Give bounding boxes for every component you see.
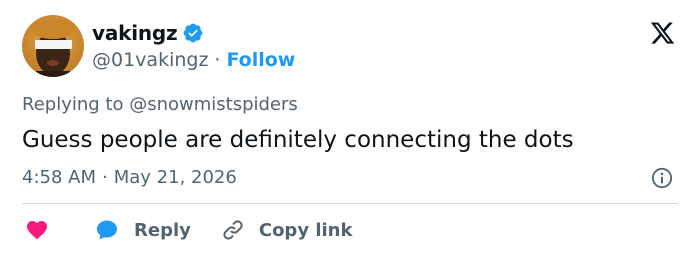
- heart-icon: [27, 221, 47, 240]
- info-icon[interactable]: [651, 167, 673, 189]
- like-button[interactable]: [24, 218, 50, 242]
- avatar[interactable]: [22, 15, 84, 77]
- handle-separator: ·: [214, 49, 221, 71]
- follow-link[interactable]: Follow: [226, 49, 295, 71]
- timestamp-separator: ·: [102, 167, 108, 188]
- link-icon: [223, 220, 243, 240]
- action-bar: Reply Copy link: [24, 216, 352, 244]
- tweet-card: vakingz @01vakingz · Follow Replying to …: [0, 0, 700, 256]
- reply-label: Reply: [134, 219, 191, 241]
- x-logo-icon[interactable]: [649, 20, 676, 46]
- speech-bubble-icon: [97, 220, 117, 240]
- reply-button[interactable]: Reply: [94, 218, 191, 242]
- author-handle[interactable]: @01vakingz: [92, 49, 208, 71]
- author-name-row: vakingz: [92, 19, 204, 47]
- copy-link-label: Copy link: [258, 219, 353, 241]
- tweet-text: Guess people are definitely connecting t…: [22, 127, 574, 153]
- divider: [22, 203, 678, 204]
- author-handle-row: @01vakingz · Follow: [92, 47, 295, 73]
- verified-badge-icon: [183, 23, 202, 43]
- copy-link-button[interactable]: Copy link: [221, 218, 353, 242]
- timestamp-row[interactable]: 4:58 AM · May 21, 2026: [22, 165, 237, 191]
- author-display-name[interactable]: vakingz: [92, 21, 178, 45]
- avatar-image: [22, 15, 84, 77]
- reply-context: Replying to @snowmistspiders: [22, 94, 298, 115]
- tweet-time[interactable]: 4:58 AM: [22, 165, 96, 191]
- tweet-date[interactable]: May 21, 2026: [114, 165, 237, 191]
